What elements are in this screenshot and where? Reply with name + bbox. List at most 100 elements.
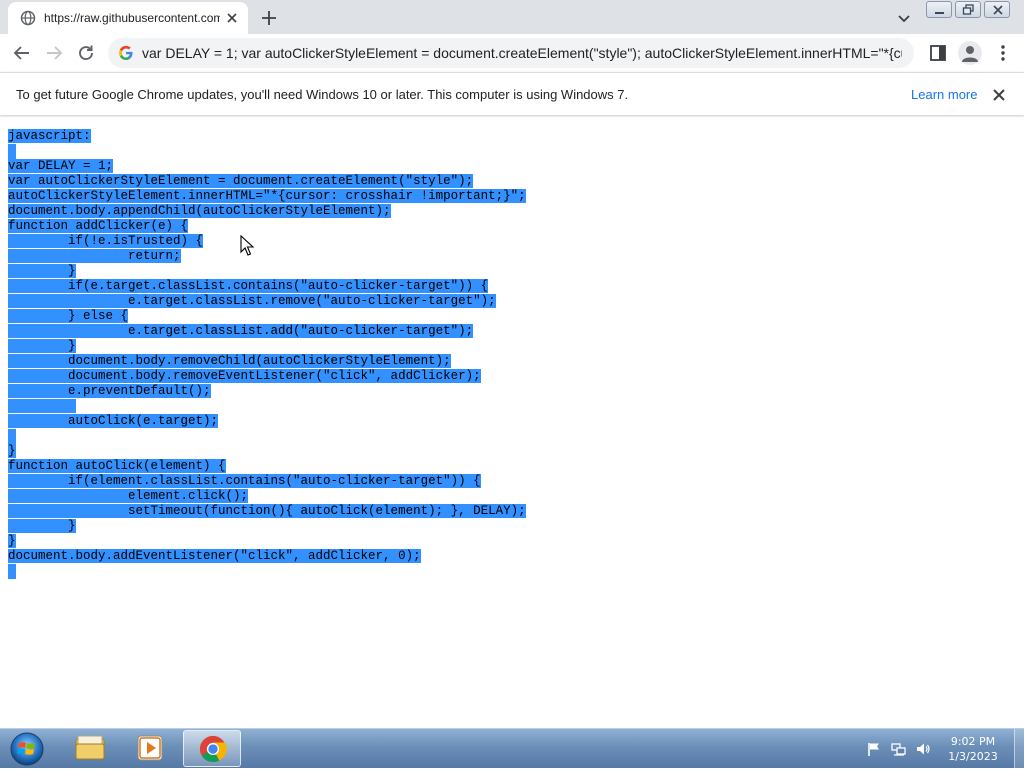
code-line: } xyxy=(8,534,526,549)
minimize-icon xyxy=(935,12,944,14)
close-window-button[interactable] xyxy=(984,1,1010,18)
code-line: document.body.addEventListener("click", … xyxy=(8,549,526,564)
window-controls xyxy=(926,1,1013,19)
code-line: document.body.appendChild(autoClickerSty… xyxy=(8,204,526,219)
clock-date: 1/3/2023 xyxy=(948,750,998,763)
code-line xyxy=(8,429,526,444)
code-line: function addClicker(e) { xyxy=(8,219,526,234)
file-explorer-icon xyxy=(75,735,105,760)
code-line: } else { xyxy=(8,309,526,324)
code-line-text xyxy=(8,144,16,159)
side-panel-icon[interactable] xyxy=(927,42,949,64)
show-desktop-button[interactable] xyxy=(1014,729,1024,769)
taskbar-media-player[interactable] xyxy=(122,730,180,767)
code-line: } xyxy=(8,339,526,354)
restore-button[interactable] xyxy=(955,1,981,18)
code-line-text xyxy=(8,564,16,579)
profile-avatar[interactable] xyxy=(958,41,982,65)
code-line-text xyxy=(8,399,76,413)
chrome-icon xyxy=(199,735,227,763)
code-line: return; xyxy=(8,249,526,264)
close-window-icon xyxy=(993,5,1003,15)
code-line: if(element.classList.contains("auto-clic… xyxy=(8,474,526,489)
forward-arrow-icon[interactable] xyxy=(43,42,65,64)
code-line-text: } xyxy=(8,444,16,458)
code-line: } xyxy=(8,264,526,279)
code-text[interactable]: javascript: var DELAY = 1; var autoClicker… xyxy=(8,129,526,579)
code-line-text: e.preventDefault(); xyxy=(8,384,211,398)
code-line-text: } xyxy=(8,534,16,548)
code-line-text: } xyxy=(8,519,76,533)
code-line-text: if(element.classList.contains("auto-clic… xyxy=(8,474,481,488)
back-arrow-icon[interactable] xyxy=(11,42,33,64)
code-line-text: var autoClickerStyleElement = document.c… xyxy=(8,174,474,188)
taskbar-clock[interactable]: 9:02 PM 1/3/2023 xyxy=(938,734,1008,764)
code-line: var autoClickerStyleElement = document.c… xyxy=(8,174,526,189)
code-line xyxy=(8,399,526,414)
network-icon[interactable] xyxy=(891,741,907,757)
code-line: } xyxy=(8,444,526,459)
page-content: javascript: var DELAY = 1; var autoClicker… xyxy=(0,117,1024,728)
action-center-flag-icon[interactable] xyxy=(866,741,882,757)
profile-person-icon xyxy=(962,46,978,62)
code-line: javascript: xyxy=(8,129,526,144)
code-line-text xyxy=(8,429,16,444)
code-line: document.body.removeChild(autoClickerSty… xyxy=(8,354,526,369)
code-line-text: document.body.addEventListener("click", … xyxy=(8,549,421,563)
url-text[interactable]: var DELAY = 1; var autoClickerStyleEleme… xyxy=(142,45,902,62)
code-line-text: document.body.removeChild(autoClickerSty… xyxy=(8,354,451,368)
clock-time: 9:02 PM xyxy=(950,735,996,748)
code-line: if(e.target.classList.contains("auto-cli… xyxy=(8,279,526,294)
browser-toolbar: var DELAY = 1; var autoClickerStyleEleme… xyxy=(0,34,1024,72)
code-line-text: e.target.classList.add("auto-clicker-tar… xyxy=(8,324,474,338)
infobar-message: To get future Google Chrome updates, you… xyxy=(16,87,629,102)
code-line-text: if(e.target.classList.contains("auto-cli… xyxy=(8,279,489,293)
media-player-icon xyxy=(137,735,163,761)
windows-taskbar: 9:02 PM 1/3/2023 xyxy=(0,728,1024,769)
reload-icon[interactable] xyxy=(75,42,97,64)
browser-tab[interactable]: https://raw.githubusercontent.com/ xyxy=(8,2,248,34)
minimize-button[interactable] xyxy=(926,1,952,18)
tab-strip: https://raw.githubusercontent.com/ xyxy=(0,0,1024,34)
code-line-text: autoClickerStyleElement.innerHTML="*{cur… xyxy=(8,189,526,203)
code-line-text: function autoClick(element) { xyxy=(8,459,226,473)
code-line-text: var DELAY = 1; xyxy=(8,159,114,173)
code-line: var DELAY = 1; xyxy=(8,159,526,174)
address-bar[interactable]: var DELAY = 1; var autoClickerStyleEleme… xyxy=(108,38,914,68)
code-line-text: return; xyxy=(8,249,181,263)
code-line-text: function addClicker(e) { xyxy=(8,219,189,233)
code-line-text: setTimeout(function(){ autoClick(element… xyxy=(8,504,526,518)
tab-search-chevron-icon[interactable] xyxy=(894,8,914,28)
start-orb-icon[interactable] xyxy=(6,730,46,768)
code-line: element.click(); xyxy=(8,489,526,504)
code-line: e.target.classList.add("auto-clicker-tar… xyxy=(8,324,526,339)
taskbar-chrome[interactable] xyxy=(183,730,241,767)
code-line-text: document.body.appendChild(autoClickerSty… xyxy=(8,204,391,218)
code-line-text: } xyxy=(8,264,76,278)
learn-more-link[interactable]: Learn more xyxy=(911,87,977,103)
update-infobar: To get future Google Chrome updates, you… xyxy=(0,72,1024,116)
code-line-text: } else { xyxy=(8,309,129,323)
taskbar-file-explorer[interactable] xyxy=(61,730,119,767)
code-line-text: if(!e.isTrusted) { xyxy=(8,234,204,248)
infobar-close-icon[interactable] xyxy=(990,86,1008,104)
code-line xyxy=(8,564,526,579)
code-line: e.preventDefault(); xyxy=(8,384,526,399)
code-line xyxy=(8,144,526,159)
mouse-pointer-icon xyxy=(240,235,255,256)
code-line: } xyxy=(8,519,526,534)
code-line-text: document.body.removeEventListener("click… xyxy=(8,369,481,383)
code-line: e.target.classList.remove("auto-clicker-… xyxy=(8,294,526,309)
tab-title: https://raw.githubusercontent.com/ xyxy=(44,11,220,25)
new-tab-plus-icon[interactable] xyxy=(258,7,280,29)
code-line-text: } xyxy=(8,339,76,353)
code-line: setTimeout(function(){ autoClick(element… xyxy=(8,504,526,519)
menu-kebab-icon[interactable] xyxy=(992,42,1014,64)
tab-close-icon[interactable] xyxy=(224,10,240,26)
code-line: autoClick(e.target); xyxy=(8,414,526,429)
globe-icon xyxy=(20,10,36,26)
code-line: autoClickerStyleElement.innerHTML="*{cur… xyxy=(8,189,526,204)
code-line-text: e.target.classList.remove("auto-clicker-… xyxy=(8,294,496,308)
restore-icon xyxy=(962,4,974,15)
volume-icon[interactable] xyxy=(915,741,931,757)
